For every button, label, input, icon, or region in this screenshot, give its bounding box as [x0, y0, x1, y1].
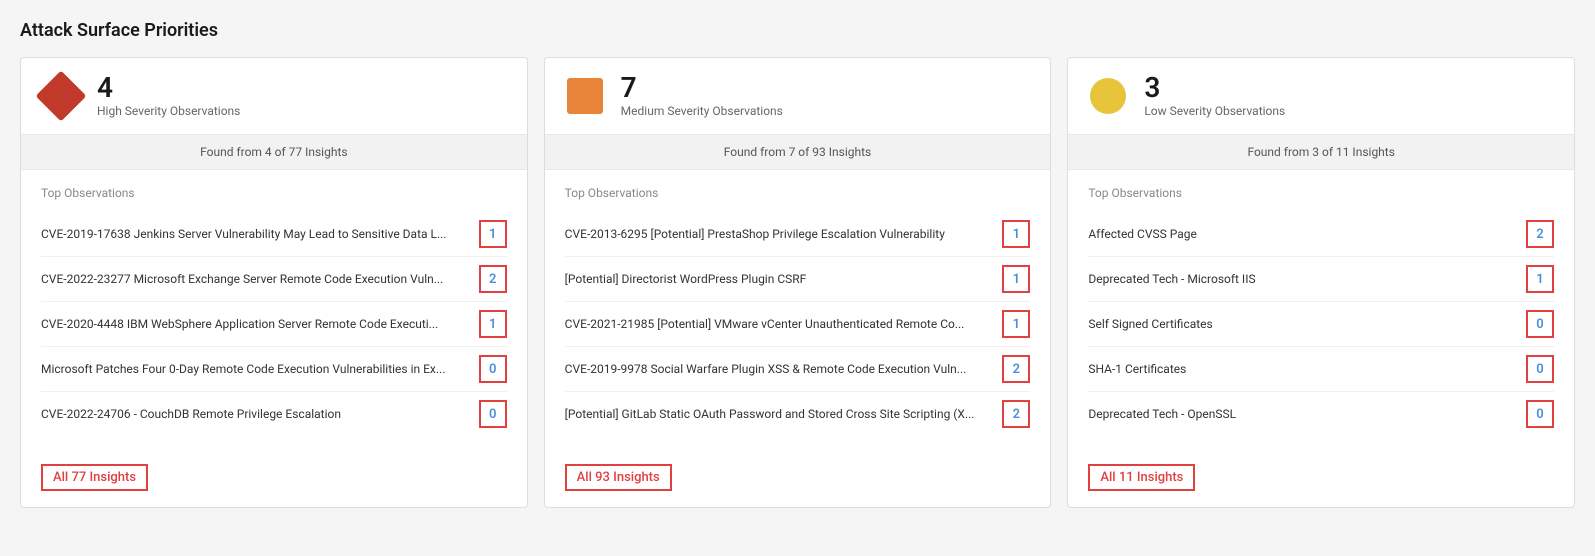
observation-text: CVE-2013-6295 [Potential] PrestaShop Pri… [565, 227, 1003, 241]
observation-item: CVE-2019-9978 Social Warfare Plugin XSS … [565, 347, 1031, 392]
observation-count: 2 [479, 265, 507, 293]
high-severity-icon [36, 71, 87, 122]
observation-count: 1 [1002, 265, 1030, 293]
card-medium: 7 Medium Severity Observations Found fro… [544, 57, 1052, 508]
card-subheader: Found from 3 of 11 Insights [1068, 135, 1574, 170]
observation-item: SHA-1 Certificates 0 [1088, 347, 1554, 392]
observation-text: [Potential] GitLab Static OAuth Password… [565, 407, 1003, 421]
observation-text: SHA-1 Certificates [1088, 362, 1526, 376]
observation-count: 1 [1002, 220, 1030, 248]
insights-link[interactable]: All 93 Insights [565, 464, 672, 491]
card-header: 7 Medium Severity Observations [545, 58, 1051, 135]
observation-count: 2 [1002, 400, 1030, 428]
cards-container: 4 High Severity Observations Found from … [20, 57, 1575, 508]
observation-item: Deprecated Tech - OpenSSL 0 [1088, 392, 1554, 436]
card-subheader: Found from 4 of 77 Insights [21, 135, 527, 170]
insights-link[interactable]: All 77 Insights [41, 464, 148, 491]
observation-text: Self Signed Certificates [1088, 317, 1526, 331]
observation-text: Deprecated Tech - OpenSSL [1088, 407, 1526, 421]
card-high: 4 High Severity Observations Found from … [20, 57, 528, 508]
observation-text: Microsoft Patches Four 0-Day Remote Code… [41, 362, 479, 376]
severity-label: Low Severity Observations [1144, 104, 1285, 118]
top-observations-label: Top Observations [1088, 186, 1554, 200]
card-subheader: Found from 7 of 93 Insights [545, 135, 1051, 170]
observation-text: CVE-2022-23277 Microsoft Exchange Server… [41, 272, 479, 286]
observation-text: CVE-2019-9978 Social Warfare Plugin XSS … [565, 362, 1003, 376]
observation-count: 1 [1002, 310, 1030, 338]
observation-count: 1 [479, 220, 507, 248]
observation-item: Microsoft Patches Four 0-Day Remote Code… [41, 347, 507, 392]
card-low: 3 Low Severity Observations Found from 3… [1067, 57, 1575, 508]
observation-item: Affected CVSS Page 2 [1088, 212, 1554, 257]
medium-severity-icon [567, 78, 603, 114]
observation-item: CVE-2021-21985 [Potential] VMware vCente… [565, 302, 1031, 347]
observation-item: Self Signed Certificates 0 [1088, 302, 1554, 347]
observation-item: CVE-2019-17638 Jenkins Server Vulnerabil… [41, 212, 507, 257]
observation-count: 0 [479, 355, 507, 383]
top-observations-label: Top Observations [565, 186, 1031, 200]
insights-link[interactable]: All 11 Insights [1088, 464, 1195, 491]
card-header: 4 High Severity Observations [21, 58, 527, 135]
low-severity-icon [1090, 78, 1126, 114]
observation-item: CVE-2022-24706 - CouchDB Remote Privileg… [41, 392, 507, 436]
observation-list: CVE-2019-17638 Jenkins Server Vulnerabil… [41, 212, 507, 436]
observation-count: 1 [479, 310, 507, 338]
page-title: Attack Surface Priorities [20, 20, 1575, 41]
severity-label: Medium Severity Observations [621, 104, 783, 118]
observation-item: CVE-2013-6295 [Potential] PrestaShop Pri… [565, 212, 1031, 257]
observation-item: Deprecated Tech - Microsoft IIS 1 [1088, 257, 1554, 302]
severity-info: 4 High Severity Observations [97, 74, 240, 118]
card-body: Top Observations Affected CVSS Page 2 De… [1068, 170, 1574, 452]
observation-count: 1 [1526, 265, 1554, 293]
card-body: Top Observations CVE-2013-6295 [Potentia… [545, 170, 1051, 452]
severity-info: 3 Low Severity Observations [1144, 74, 1285, 118]
severity-count: 7 [621, 74, 783, 102]
card-footer: All 93 Insights [545, 452, 1051, 507]
observation-text: CVE-2019-17638 Jenkins Server Vulnerabil… [41, 227, 479, 241]
card-body: Top Observations CVE-2019-17638 Jenkins … [21, 170, 527, 452]
observation-count: 2 [1002, 355, 1030, 383]
severity-count: 4 [97, 74, 240, 102]
observation-text: [Potential] Directorist WordPress Plugin… [565, 272, 1003, 286]
severity-info: 7 Medium Severity Observations [621, 74, 783, 118]
observation-item: [Potential] Directorist WordPress Plugin… [565, 257, 1031, 302]
severity-label: High Severity Observations [97, 104, 240, 118]
observation-count: 0 [479, 400, 507, 428]
card-header: 3 Low Severity Observations [1068, 58, 1574, 135]
observation-item: [Potential] GitLab Static OAuth Password… [565, 392, 1031, 436]
top-observations-label: Top Observations [41, 186, 507, 200]
observation-item: CVE-2022-23277 Microsoft Exchange Server… [41, 257, 507, 302]
card-footer: All 77 Insights [21, 452, 527, 507]
observation-text: CVE-2021-21985 [Potential] VMware vCente… [565, 317, 1003, 331]
observation-text: Affected CVSS Page [1088, 227, 1526, 241]
observation-list: Affected CVSS Page 2 Deprecated Tech - M… [1088, 212, 1554, 436]
card-footer: All 11 Insights [1068, 452, 1574, 507]
observation-list: CVE-2013-6295 [Potential] PrestaShop Pri… [565, 212, 1031, 436]
observation-count: 0 [1526, 355, 1554, 383]
observation-count: 2 [1526, 220, 1554, 248]
observation-item: CVE-2020-4448 IBM WebSphere Application … [41, 302, 507, 347]
observation-count: 0 [1526, 400, 1554, 428]
observation-text: Deprecated Tech - Microsoft IIS [1088, 272, 1526, 286]
severity-count: 3 [1144, 74, 1285, 102]
observation-text: CVE-2020-4448 IBM WebSphere Application … [41, 317, 479, 331]
observation-count: 0 [1526, 310, 1554, 338]
observation-text: CVE-2022-24706 - CouchDB Remote Privileg… [41, 407, 479, 421]
